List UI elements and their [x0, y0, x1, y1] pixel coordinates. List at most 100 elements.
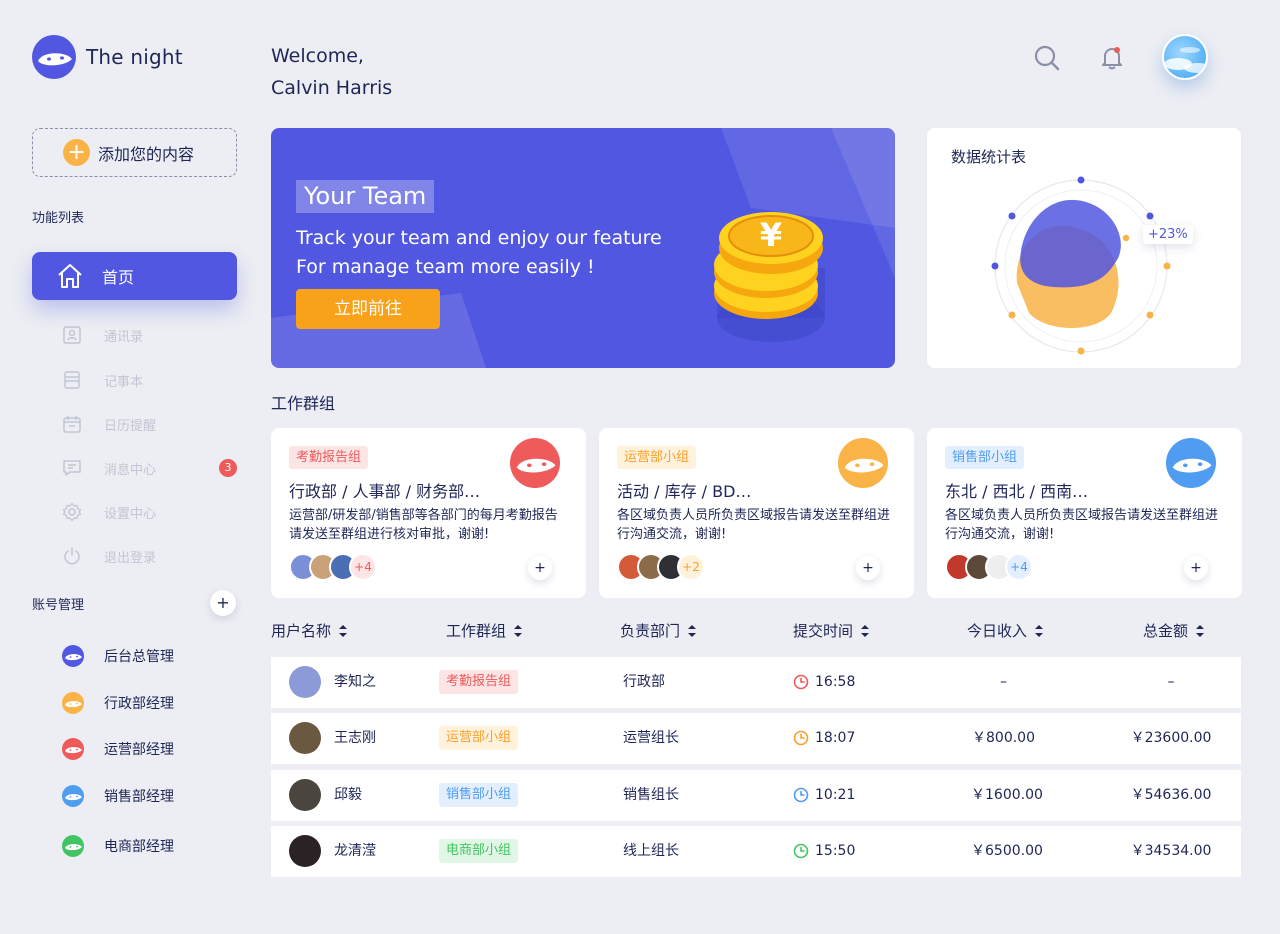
search-icon[interactable] [1033, 44, 1061, 72]
home-icon [58, 264, 82, 288]
column-header-label: 今日收入 [967, 622, 1028, 640]
calendar-icon [63, 416, 81, 433]
nav-item-notebook[interactable]: 记事本 [62, 370, 143, 390]
group-mascot-icon [510, 438, 560, 488]
submit-time: 16:58 [815, 674, 856, 690]
sort-icon [1196, 624, 1205, 637]
add-member-button[interactable]: + [856, 556, 880, 580]
nav-item-settings[interactable]: 设置中心 [62, 502, 156, 522]
group-tag: 销售部小组 [945, 446, 1025, 469]
today-income: ￥1600.00 [971, 787, 1043, 803]
group-description: 各区域负责人员所负责区域报告请发送至群组进行沟通交流，谢谢! [617, 508, 891, 542]
bell-icon[interactable] [1098, 43, 1126, 71]
clock-icon [793, 674, 809, 690]
column-header[interactable]: 用户名称 [271, 620, 348, 641]
account-item[interactable]: 行政部经理 [62, 692, 174, 714]
sort-icon [339, 624, 348, 637]
table-row[interactable]: 王志刚 运营部小组 运营组长 18:07 ￥800.00 ￥23600.00 [271, 713, 1241, 764]
column-header-label: 提交时间 [793, 622, 854, 640]
add-member-button[interactable]: + [1184, 556, 1208, 580]
group-description: 运营部/研发部/销售部等各部门的每月考勤报告请发送至群组进行核对审批，谢谢! [289, 508, 558, 542]
clock-icon [793, 730, 809, 746]
clock-icon [793, 787, 809, 803]
banner-line-1: Track your team and enjoy our feature [296, 227, 662, 249]
table-row[interactable]: 龙清滢 电商部小组 线上组长 15:50 ￥6500.00 ￥34534.00 [271, 826, 1241, 877]
group-mascot-icon [838, 438, 888, 488]
account-item[interactable]: 电商部经理 [62, 835, 174, 857]
account-label: 后台总管理 [104, 649, 174, 665]
group-title: 东北 / 西北 / 西南… [945, 482, 1089, 501]
go-now-button[interactable]: 立即前往 [296, 289, 440, 329]
account-item[interactable]: 后台总管理 [62, 645, 174, 667]
nav-item-calendar[interactable]: 日历提醒 [62, 414, 156, 434]
add-content-label: 添加您的内容 [98, 144, 195, 164]
group-tag: 考勤报告组 [439, 670, 519, 694]
user-avatar [289, 779, 321, 811]
more-members-count[interactable]: +2 [677, 553, 705, 581]
contacts-icon [63, 326, 81, 344]
more-members-count[interactable]: +4 [349, 553, 377, 581]
account-label: 电商部经理 [104, 839, 174, 855]
column-header[interactable]: 总金额 [1143, 620, 1205, 641]
clock-icon [793, 843, 809, 859]
column-header[interactable]: 提交时间 [793, 620, 870, 641]
stats-title: 数据统计表 [951, 148, 1027, 166]
table-row[interactable]: 李知之 考勤报告组 行政部 16:58 – – [271, 657, 1241, 708]
sort-icon [1035, 624, 1044, 637]
today-income: ￥800.00 [972, 730, 1035, 746]
banner-subtitle: Track your team and enjoy our feature Fo… [296, 224, 662, 282]
svg-text:¥: ¥ [760, 216, 782, 254]
account-mascot-icon [62, 835, 84, 857]
work-group-card[interactable]: 运营部小组 活动 / 库存 / BD… 各区域负责人员所负责区域报告请发送至群组… [599, 428, 914, 598]
today-income: – [1000, 674, 1007, 690]
user-name: 王志刚 [334, 730, 376, 746]
nav-item-messages[interactable]: 消息中心 [62, 458, 156, 478]
account-item[interactable]: 销售部经理 [62, 785, 174, 807]
nav-item-label: 消息中心 [104, 462, 157, 478]
more-members-count[interactable]: +4 [1005, 553, 1033, 581]
group-mascot [1166, 438, 1216, 488]
account-label: 运营部经理 [104, 742, 174, 758]
group-description: 各区域负责人员所负责区域报告请发送至群组进行沟通交流，谢谢! [945, 508, 1219, 542]
add-account-button[interactable]: + [210, 590, 236, 616]
account-mascot-icon [62, 785, 84, 807]
column-header-label: 工作群组 [446, 622, 507, 640]
submit-time: 18:07 [815, 730, 856, 746]
notebook-icon [64, 371, 80, 389]
sort-icon [514, 624, 523, 637]
account-label: 行政部经理 [104, 696, 174, 712]
power-icon [64, 547, 80, 565]
accounts-section-title: 账号管理 [32, 598, 85, 613]
group-tag: 销售部小组 [439, 783, 519, 807]
user-avatar [289, 835, 321, 867]
add-member-button[interactable]: + [528, 556, 552, 580]
nav-item-logout[interactable]: 退出登录 [62, 546, 156, 566]
features-section-title: 功能列表 [32, 211, 85, 226]
column-header[interactable]: 工作群组 [446, 620, 523, 641]
nav-item-label: 通讯录 [104, 329, 144, 345]
nav-item-home[interactable]: 首页 [32, 252, 237, 300]
department: 销售组长 [623, 787, 679, 803]
nav-item-label: 日历提醒 [104, 418, 157, 434]
account-label: 销售部经理 [104, 789, 174, 805]
stats-card: 数据统计表 +23% [927, 128, 1241, 368]
column-header[interactable]: 今日收入 [967, 620, 1044, 641]
group-mascot [510, 438, 560, 488]
account-mascot-icon [62, 692, 84, 714]
app-name: The night [86, 45, 183, 69]
column-header[interactable]: 负责部门 [620, 620, 697, 641]
total-amount: ￥54636.00 [1130, 787, 1212, 803]
work-group-card[interactable]: 销售部小组 东北 / 西北 / 西南… 各区域负责人员所负责区域报告请发送至群组… [927, 428, 1242, 598]
user-name: 龙清滢 [334, 843, 376, 859]
nav-item-label: 记事本 [104, 374, 144, 390]
nav-item-contacts[interactable]: 通讯录 [62, 325, 143, 345]
user-avatar [289, 722, 321, 754]
work-group-card[interactable]: 考勤报告组 行政部 / 人事部 / 财务部… 运营部/研发部/销售部等各部门的每… [271, 428, 586, 598]
account-item[interactable]: 运营部经理 [62, 738, 174, 760]
table-row[interactable]: 邱毅 销售部小组 销售组长 10:21 ￥1600.00 ￥54636.00 [271, 770, 1241, 821]
group-members: +4 [289, 553, 377, 581]
user-avatar[interactable] [1162, 34, 1208, 80]
add-content-button[interactable]: + 添加您的内容 [32, 128, 237, 177]
app-logo[interactable]: The night [32, 35, 183, 79]
sort-icon [688, 624, 697, 637]
